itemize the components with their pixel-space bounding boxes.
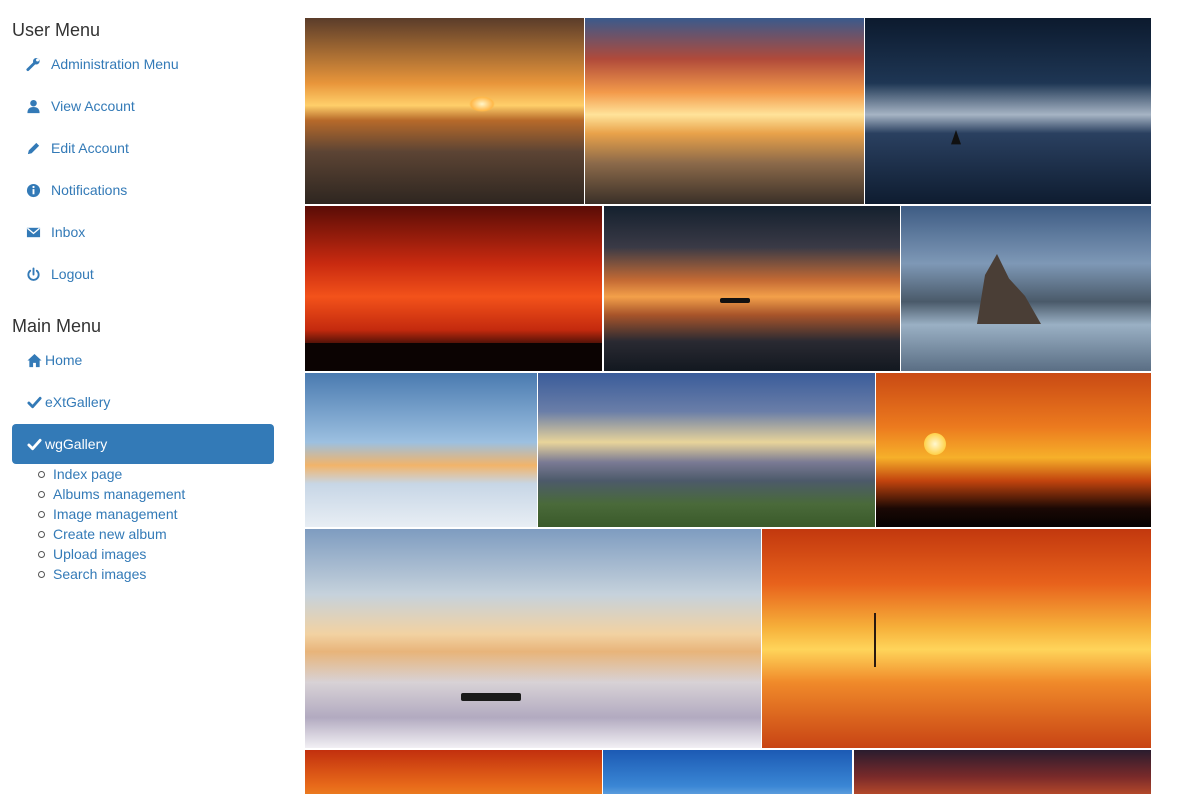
sidebar: User Menu Administration Menu View Accou…: [0, 0, 290, 794]
wrench-icon: [25, 56, 41, 72]
submenu-label: Upload images: [53, 546, 147, 562]
gallery-image-rocky-coast-waves[interactable]: [901, 206, 1151, 371]
submenu-label: Image management: [53, 506, 178, 522]
submenu-item-index-page[interactable]: Index page: [38, 464, 185, 484]
menu-item-notifications[interactable]: Notifications: [12, 170, 274, 210]
menu-item-administration[interactable]: Administration Menu: [12, 44, 274, 84]
menu-item-label: Edit Account: [51, 140, 129, 156]
gallery-image-lone-tree-water[interactable]: [762, 529, 1151, 748]
gallery-image-crow-branch[interactable]: [876, 373, 1151, 527]
check-icon: [26, 436, 42, 452]
submenu-label: Index page: [53, 466, 123, 482]
image-gallery: [305, 18, 1151, 794]
submenu-item-upload-images[interactable]: Upload images: [38, 544, 185, 564]
gallery-image-winter-trees[interactable]: [305, 373, 537, 527]
sailboat-silhouette: [951, 130, 961, 145]
menu-item-inbox[interactable]: Inbox: [12, 212, 274, 252]
submenu-label: Create new album: [53, 526, 167, 542]
gallery-image-sunbeams-coast[interactable]: [585, 18, 864, 204]
bullet-icon: [38, 510, 45, 518]
main-menu-heading: Main Menu: [12, 316, 102, 336]
menu-item-label: Logout: [51, 266, 94, 282]
menu-item-extgallery[interactable]: eXtGallery: [12, 382, 274, 422]
sun-disk: [924, 433, 946, 455]
gallery-image-horses-sunset[interactable]: [305, 206, 602, 371]
gallery-image-palm-beach[interactable]: [603, 750, 852, 794]
menu-item-label: View Account: [51, 98, 135, 114]
menu-item-view-account[interactable]: View Account: [12, 86, 274, 126]
fishing-boat-silhouette: [461, 693, 521, 701]
envelope-icon: [25, 224, 41, 240]
gallery-image-fiery-clouds[interactable]: [854, 750, 1151, 794]
menu-item-label: Notifications: [51, 182, 128, 198]
ground-silhouette: [305, 343, 602, 371]
bullet-icon: [38, 570, 45, 578]
boat-silhouette: [720, 298, 750, 303]
bullet-icon: [38, 490, 45, 498]
gallery-image-fisherman-geese[interactable]: [305, 529, 761, 748]
menu-item-wggallery[interactable]: wgGallery: [12, 424, 274, 464]
menu-item-home[interactable]: Home: [12, 340, 274, 380]
gallery-image-birds-sunset[interactable]: [305, 750, 602, 794]
menu-item-label: Administration Menu: [51, 56, 179, 72]
check-icon: [26, 394, 42, 410]
bullet-icon: [38, 530, 45, 538]
gallery-image-mountain-sunrays[interactable]: [538, 373, 875, 527]
gallery-image-sunset-sea-waves[interactable]: [305, 18, 584, 204]
menu-item-label: Home: [45, 352, 83, 368]
submenu-label: Search images: [53, 566, 147, 582]
home-icon: [26, 352, 42, 368]
power-icon: [25, 266, 41, 282]
rock-formation: [977, 254, 1041, 324]
submenu-label: Albums management: [53, 486, 186, 502]
bullet-icon: [38, 550, 45, 558]
menu-item-label: eXtGallery: [45, 394, 111, 410]
user-icon: [25, 98, 41, 114]
submenu-item-albums-management[interactable]: Albums management: [38, 484, 185, 504]
tree-trunk: [874, 613, 876, 667]
submenu-item-search-images[interactable]: Search images: [38, 564, 185, 584]
pencil-icon: [25, 140, 41, 156]
sun-glow: [469, 96, 495, 112]
wggallery-submenu: Index page Albums management Image manag…: [38, 464, 185, 584]
menu-item-label: Inbox: [51, 224, 86, 240]
bullet-icon: [38, 470, 45, 478]
menu-item-edit-account[interactable]: Edit Account: [12, 128, 274, 168]
user-menu-heading: User Menu: [12, 20, 101, 40]
info-icon: [25, 182, 41, 198]
submenu-item-create-new-album[interactable]: Create new album: [38, 524, 185, 544]
submenu-item-image-management[interactable]: Image management: [38, 504, 185, 524]
gallery-image-boat-calm-sunset[interactable]: [604, 206, 900, 371]
menu-item-logout[interactable]: Logout: [12, 254, 274, 294]
menu-item-label: wgGallery: [45, 436, 108, 452]
gallery-image-starry-sailboat[interactable]: [865, 18, 1151, 204]
